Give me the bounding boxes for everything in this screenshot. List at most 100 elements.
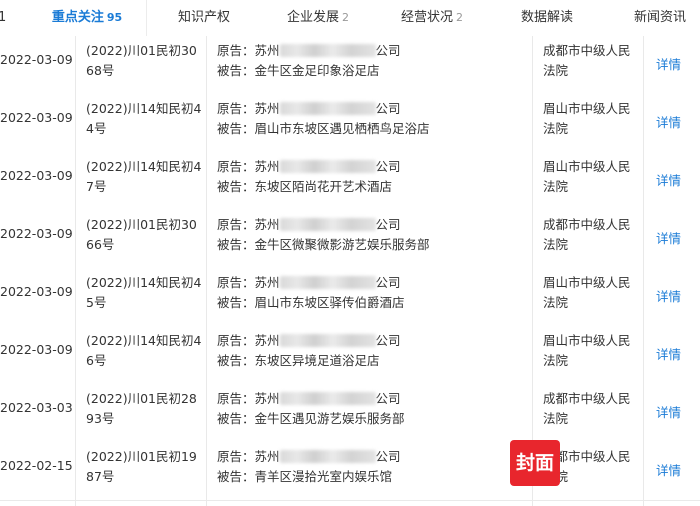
tab-label: 知识产权 bbox=[178, 10, 231, 25]
redacted-blur bbox=[279, 102, 376, 115]
tab-label: 企业发展 bbox=[287, 10, 340, 25]
tab-key-focus[interactable]: 重点关注 95 bbox=[28, 0, 146, 36]
tab-partial-left[interactable]: 1 bbox=[0, 0, 6, 36]
defendant-line: 被告：金牛区微聚微影游艺娱乐服务部 bbox=[217, 237, 430, 252]
tab-count: 2 bbox=[342, 11, 350, 24]
court-name: 成都市中级人民法院 bbox=[543, 391, 631, 426]
plaintiff-suffix: 公司 bbox=[375, 333, 401, 348]
case-number: (2022)川01民初3066号 bbox=[86, 217, 197, 252]
filing-date: 2022-03-09 bbox=[0, 284, 73, 299]
case-number-cell: (2022)川14知民初47号 bbox=[76, 152, 206, 210]
parties-cell: 原告：苏州 公司 被告：东坡区陌尚花开艺术酒店 bbox=[207, 152, 532, 210]
court-cell: 成都市中级人民法院 bbox=[533, 210, 643, 268]
detail-link[interactable]: 详情 bbox=[656, 112, 681, 131]
table-row: 2022-03-09 (2022)川14知民初47号 原告：苏州 公司 被告：东坡… bbox=[0, 152, 700, 211]
date-cell: 2022-03-09 bbox=[0, 326, 75, 384]
column-divider bbox=[206, 36, 207, 506]
tab-intellectual-property[interactable]: 知识产权 bbox=[178, 0, 230, 36]
plaintiff-line: 原告：苏州 公司 bbox=[217, 99, 401, 119]
parties-cell: 原告：苏州 公司 被告：青羊区漫拾光室内娱乐馆 bbox=[207, 442, 532, 500]
date-cell: 2022-03-09 bbox=[0, 36, 75, 94]
action-cell: 详情 bbox=[644, 210, 700, 268]
court-cell: 眉山市中级人民法院 bbox=[533, 268, 643, 326]
tab-count: 95 bbox=[106, 11, 123, 24]
court-cell: 成都市中级人民法院 bbox=[533, 384, 643, 442]
plaintiff-prefix: 原告：苏州 bbox=[217, 217, 280, 232]
date-cell: 2022-03-03 bbox=[0, 384, 75, 442]
court-cell: 眉山市中级人民法院 bbox=[533, 94, 643, 152]
tab-divider bbox=[146, 0, 147, 36]
watermark-text: 封面 bbox=[515, 452, 554, 474]
parties-cell: 原告：苏州 公司 被告：金牛区金足印象浴足店 bbox=[207, 36, 532, 94]
tab-label: 数据解读 bbox=[521, 10, 574, 25]
tab-label: 重点关注 bbox=[51, 10, 104, 25]
case-number: (2022)川14知民初44号 bbox=[86, 101, 202, 136]
plaintiff-suffix: 公司 bbox=[375, 159, 401, 174]
action-cell: 详情 bbox=[644, 268, 700, 326]
table-row: 2022-03-03 (2022)川01民初2893号 原告：苏州 公司 被告：金… bbox=[0, 384, 700, 443]
plaintiff-prefix: 原告：苏州 bbox=[217, 333, 280, 348]
court-name: 眉山市中级人民法院 bbox=[543, 159, 631, 194]
detail-link[interactable]: 详情 bbox=[656, 460, 681, 479]
plaintiff-line: 原告：苏州 公司 bbox=[217, 215, 401, 235]
defendant-line: 被告：眉山市东坡区驿传伯爵酒店 bbox=[217, 295, 405, 310]
table-row: 2022-03-09 (2022)川14知民初45号 原告：苏州 公司 被告：眉山… bbox=[0, 268, 700, 327]
tab-data-interpretation[interactable]: 数据解读 bbox=[521, 0, 573, 36]
detail-link[interactable]: 详情 bbox=[656, 286, 681, 305]
parties-cell: 原告：苏州 公司 被告：眉山市东坡区遇见栖栖鸟足浴店 bbox=[207, 94, 532, 152]
tab-news[interactable]: 新闻资讯 bbox=[634, 0, 686, 36]
detail-link[interactable]: 详情 bbox=[656, 54, 681, 73]
date-cell: 2022-03-09 bbox=[0, 210, 75, 268]
table-row: 2022-03-09 (2022)川01民初3068号 原告：苏州 公司 被告：金… bbox=[0, 36, 700, 95]
cover-news-watermark: 封面 bbox=[510, 440, 560, 486]
parties-cell: 原告：苏州 公司 被告：金牛区微聚微影游艺娱乐服务部 bbox=[207, 210, 532, 268]
defendant-line: 被告：青羊区漫拾光室内娱乐馆 bbox=[217, 469, 393, 484]
defendant-line: 被告：金牛区金足印象浴足店 bbox=[217, 63, 380, 78]
table-row: 2022-03-09 (2022)川14知民初46号 原告：苏州 公司 被告：东坡… bbox=[0, 326, 700, 385]
tab-label: 新闻资讯 bbox=[634, 10, 687, 25]
plaintiff-prefix: 原告：苏州 bbox=[217, 43, 280, 58]
action-cell: 详情 bbox=[644, 36, 700, 94]
date-cell: 2022-03-09 bbox=[0, 152, 75, 210]
redacted-blur bbox=[279, 44, 376, 57]
plaintiff-line: 原告：苏州 公司 bbox=[217, 389, 401, 409]
plaintiff-line: 原告：苏州 公司 bbox=[217, 273, 401, 293]
filing-date: 2022-03-09 bbox=[0, 226, 73, 241]
plaintiff-prefix: 原告：苏州 bbox=[217, 449, 280, 464]
date-cell: 2022-02-15 bbox=[0, 442, 75, 500]
case-number-cell: (2022)川14知民初44号 bbox=[76, 94, 206, 152]
court-name: 成都市中级人民法院 bbox=[543, 217, 631, 252]
plaintiff-suffix: 公司 bbox=[375, 391, 401, 406]
plaintiff-suffix: 公司 bbox=[375, 275, 401, 290]
action-cell: 详情 bbox=[644, 326, 700, 384]
case-number: (2022)川14知民初47号 bbox=[86, 159, 202, 194]
detail-link[interactable]: 详情 bbox=[656, 344, 681, 363]
court-name: 眉山市中级人民法院 bbox=[543, 101, 631, 136]
action-cell: 详情 bbox=[644, 94, 700, 152]
tab-business-status[interactable]: 经营状况 2 bbox=[401, 0, 463, 36]
table-row: 2022-03-09 (2022)川14知民初44号 原告：苏州 公司 被告：眉山… bbox=[0, 94, 700, 153]
plaintiff-prefix: 原告：苏州 bbox=[217, 101, 280, 116]
date-cell: 2022-03-09 bbox=[0, 268, 75, 326]
case-number: (2022)川01民初2893号 bbox=[86, 391, 197, 426]
table-row: 2022-03-09 (2022)川01民初3066号 原告：苏州 公司 被告：金… bbox=[0, 210, 700, 269]
case-number-cell: (2022)川14知民初46号 bbox=[76, 326, 206, 384]
column-divider bbox=[532, 36, 533, 506]
redacted-blur bbox=[279, 334, 376, 347]
case-number: (2022)川14知民初46号 bbox=[86, 333, 202, 368]
plaintiff-prefix: 原告：苏州 bbox=[217, 391, 280, 406]
detail-link[interactable]: 详情 bbox=[656, 228, 681, 247]
tab-enterprise-development[interactable]: 企业发展 2 bbox=[287, 0, 349, 36]
filing-date: 2022-02-15 bbox=[0, 458, 73, 473]
detail-link[interactable]: 详情 bbox=[656, 402, 681, 421]
detail-link[interactable]: 详情 bbox=[656, 170, 681, 189]
date-cell: 2022-03-09 bbox=[0, 94, 75, 152]
filing-date: 2022-03-09 bbox=[0, 52, 73, 67]
parties-cell: 原告：苏州 公司 被告：东坡区异境足道浴足店 bbox=[207, 326, 532, 384]
plaintiff-line: 原告：苏州 公司 bbox=[217, 41, 401, 61]
plaintiff-line: 原告：苏州 公司 bbox=[217, 331, 401, 351]
plaintiff-line: 原告：苏州 公司 bbox=[217, 447, 401, 467]
filing-date: 2022-03-09 bbox=[0, 168, 73, 183]
case-number: (2022)川01民初3068号 bbox=[86, 43, 197, 78]
column-divider bbox=[75, 36, 76, 506]
